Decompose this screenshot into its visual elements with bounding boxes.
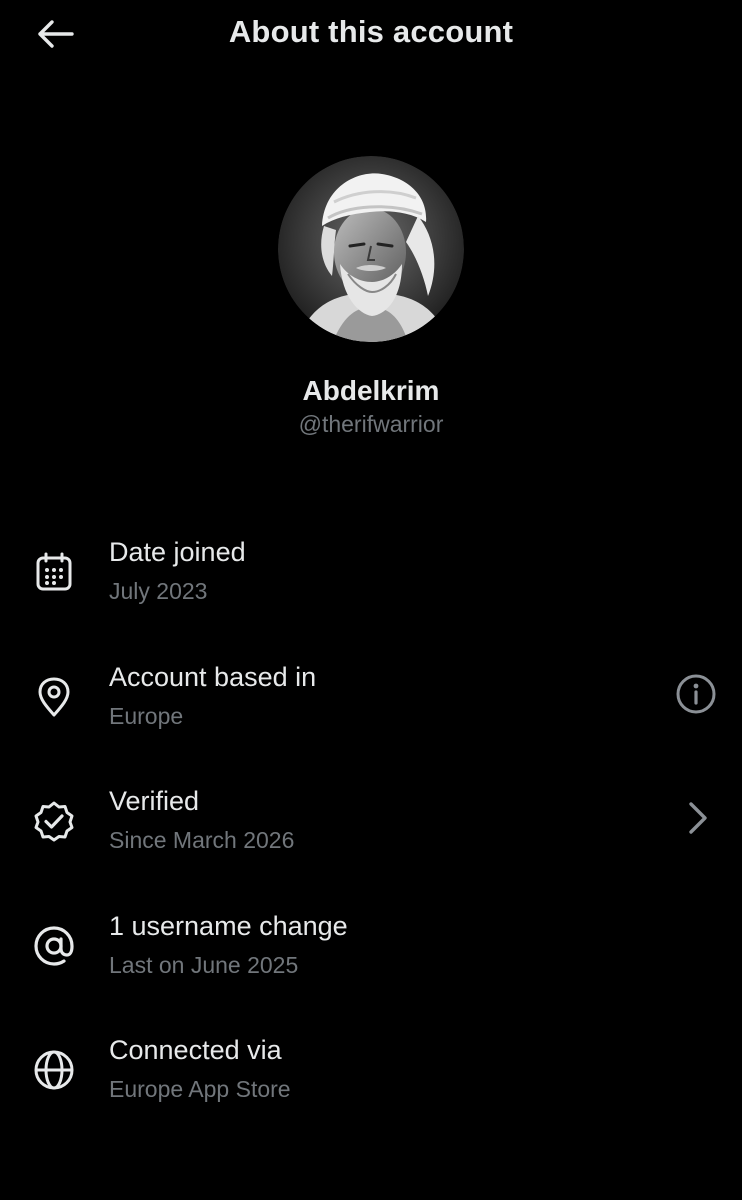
- row-title: 1 username change: [109, 910, 348, 941]
- globe-icon: [31, 1047, 77, 1093]
- verified-badge-icon: [31, 798, 77, 844]
- row-subtitle: July 2023: [109, 578, 208, 604]
- username-handle: @therifwarrior: [298, 411, 444, 437]
- username-change-row: 1 username change Last on June 2025: [0, 892, 742, 1017]
- row-subtitle: Europe App Store: [109, 1076, 291, 1102]
- chevron-right-icon: [689, 802, 707, 834]
- account-info-list: Date joined July 2023 Account based in E…: [0, 518, 742, 1141]
- verified-row[interactable]: Verified Since March 2026: [0, 767, 742, 892]
- connected-via-row: Connected via Europe App Store: [0, 1016, 742, 1141]
- profile-summary: Abdelkrim @therifwarrior: [0, 156, 742, 439]
- date-joined-row: Date joined July 2023: [0, 518, 742, 643]
- at-sign-icon: [31, 923, 77, 969]
- row-title: Date joined: [109, 537, 246, 567]
- info-icon: [676, 674, 716, 713]
- row-title: Connected via: [109, 1035, 282, 1065]
- account-based-in-row: Account based in Europe: [0, 643, 742, 768]
- row-title: Account based in: [109, 661, 317, 692]
- info-button[interactable]: [673, 671, 719, 717]
- page-title: About this account: [228, 14, 514, 49]
- row-subtitle: Last on June 2025: [109, 951, 299, 978]
- avatar[interactable]: [278, 156, 464, 342]
- display-name: Abdelkrim: [302, 375, 440, 406]
- row-subtitle: Since March 2026: [109, 827, 295, 853]
- row-title: Verified: [109, 786, 200, 816]
- top-bar: About this account: [0, 0, 742, 70]
- verified-details-button[interactable]: [678, 795, 718, 841]
- row-subtitle: Europe: [109, 702, 184, 729]
- calendar-icon: [31, 549, 77, 595]
- location-pin-icon: [31, 674, 77, 720]
